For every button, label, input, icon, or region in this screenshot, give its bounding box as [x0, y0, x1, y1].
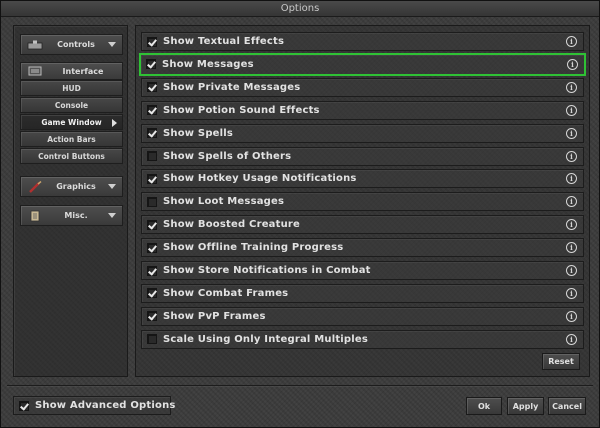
- option-row[interactable]: Show Private Messages i: [141, 77, 584, 97]
- option-row[interactable]: Show Textual Effects i: [141, 32, 584, 51]
- apply-button[interactable]: Apply: [507, 397, 544, 415]
- option-row[interactable]: Show Spells i: [141, 123, 584, 143]
- option-label: Show Spells of Others: [163, 150, 292, 162]
- graphics-label: Graphics: [56, 182, 96, 191]
- option-checkbox[interactable]: [147, 311, 157, 322]
- option-label: Show PvP Frames: [163, 310, 266, 322]
- option-checkbox[interactable]: [147, 128, 157, 139]
- option-row[interactable]: Show Messages i: [139, 52, 586, 76]
- option-checkbox[interactable]: [147, 151, 157, 161]
- option-label: Show Loot Messages: [163, 196, 285, 208]
- option-row[interactable]: Show Store Notifications in Combat i: [141, 261, 584, 280]
- monitor-icon: [26, 65, 44, 77]
- chevron-down-icon: [108, 184, 116, 189]
- info-icon[interactable]: i: [566, 36, 577, 47]
- option-label: Show Boosted Creature: [163, 219, 301, 231]
- info-icon[interactable]: i: [566, 333, 577, 345]
- ok-button[interactable]: Ok: [466, 397, 502, 415]
- option-checkbox[interactable]: [147, 82, 157, 93]
- option-checkbox[interactable]: [147, 288, 157, 299]
- option-row[interactable]: Show Spells of Others i: [141, 146, 584, 166]
- interface-label: Interface: [62, 66, 104, 76]
- option-label: Show Combat Frames: [163, 287, 289, 299]
- footer-divider: [7, 385, 593, 386]
- option-row[interactable]: Show PvP Frames i: [141, 306, 584, 326]
- chevron-down-icon: [108, 42, 116, 47]
- brush-icon: [26, 180, 44, 193]
- option-label: Show Hotkey Usage Notifications: [163, 173, 357, 185]
- sidebar-item-console[interactable]: Console: [20, 97, 123, 113]
- window-title: Options: [1, 1, 599, 17]
- scroll-icon: [26, 210, 44, 222]
- option-label: Show Private Messages: [163, 81, 301, 93]
- sidebar-item-game-window[interactable]: Game Window: [20, 114, 123, 130]
- option-checkbox[interactable]: [147, 105, 157, 116]
- info-icon[interactable]: i: [566, 81, 577, 93]
- option-label: Show Store Notifications in Combat: [163, 265, 371, 276]
- graphics-button[interactable]: Graphics: [20, 176, 123, 197]
- controls-button[interactable]: Controls: [20, 34, 123, 55]
- option-label: Show Spells: [163, 127, 234, 139]
- option-row[interactable]: Show Hotkey Usage Notifications i: [141, 169, 584, 189]
- option-checkbox[interactable]: [147, 242, 157, 253]
- advanced-options-label: Show Advanced Options: [35, 400, 176, 411]
- info-icon[interactable]: i: [566, 196, 577, 208]
- info-icon[interactable]: i: [566, 287, 577, 299]
- info-icon[interactable]: i: [566, 219, 577, 231]
- option-checkbox[interactable]: [147, 173, 157, 184]
- options-window: Options Controls Interface HUD Console G…: [0, 0, 600, 428]
- option-row[interactable]: Show Potion Sound Effects i: [141, 100, 584, 120]
- option-checkbox[interactable]: [147, 36, 157, 47]
- option-label: Show Potion Sound Effects: [163, 104, 320, 116]
- option-row[interactable]: Scale Using Only Integral Multiples i: [141, 329, 584, 349]
- cancel-button[interactable]: Cancel: [548, 397, 586, 415]
- option-checkbox[interactable]: [146, 59, 156, 70]
- info-icon[interactable]: i: [566, 127, 577, 139]
- chevron-right-icon: [112, 119, 117, 127]
- option-checkbox[interactable]: [147, 334, 157, 345]
- option-label: Show Messages: [162, 58, 254, 70]
- option-row[interactable]: Show Loot Messages i: [141, 192, 584, 212]
- controls-label: Controls: [57, 40, 95, 49]
- reset-button[interactable]: Reset: [542, 353, 580, 370]
- sidebar-item-hud[interactable]: HUD: [20, 80, 123, 96]
- option-row[interactable]: Show Boosted Creature i: [141, 215, 584, 235]
- option-label: Show Offline Training Progress: [163, 242, 344, 254]
- option-row[interactable]: Show Offline Training Progress i: [141, 238, 584, 258]
- info-icon[interactable]: i: [566, 104, 577, 116]
- info-icon[interactable]: i: [566, 242, 577, 254]
- info-icon[interactable]: i: [567, 58, 578, 70]
- option-checkbox[interactable]: [147, 265, 157, 276]
- option-checkbox[interactable]: [147, 219, 157, 230]
- option-checkbox[interactable]: [147, 196, 157, 207]
- misc-button[interactable]: Misc.: [20, 205, 123, 226]
- option-label: Show Textual Effects: [163, 36, 285, 47]
- interface-button[interactable]: Interface: [20, 62, 123, 80]
- options-panel: Show Textual Effects i Show Messages i Show …: [135, 25, 590, 377]
- sidebar-item-label: Game Window: [41, 117, 102, 127]
- option-label: Scale Using Only Integral Multiples: [163, 333, 369, 345]
- advanced-options-toggle[interactable]: Show Advanced Options: [13, 396, 175, 415]
- info-icon[interactable]: i: [566, 150, 577, 162]
- info-icon[interactable]: i: [566, 310, 577, 322]
- sidebar-item-control-buttons[interactable]: Control Buttons: [20, 148, 123, 164]
- category-sidebar: Controls Interface HUD Console Game Wind…: [13, 25, 128, 377]
- info-icon[interactable]: i: [566, 173, 577, 185]
- advanced-options-checkbox[interactable]: [19, 400, 29, 411]
- option-row[interactable]: Show Combat Frames i: [141, 283, 584, 303]
- misc-label: Misc.: [64, 211, 88, 220]
- controller-icon: [26, 39, 44, 51]
- sidebar-item-action-bars[interactable]: Action Bars: [20, 131, 123, 147]
- chevron-down-icon: [108, 213, 116, 218]
- info-icon[interactable]: i: [566, 265, 577, 276]
